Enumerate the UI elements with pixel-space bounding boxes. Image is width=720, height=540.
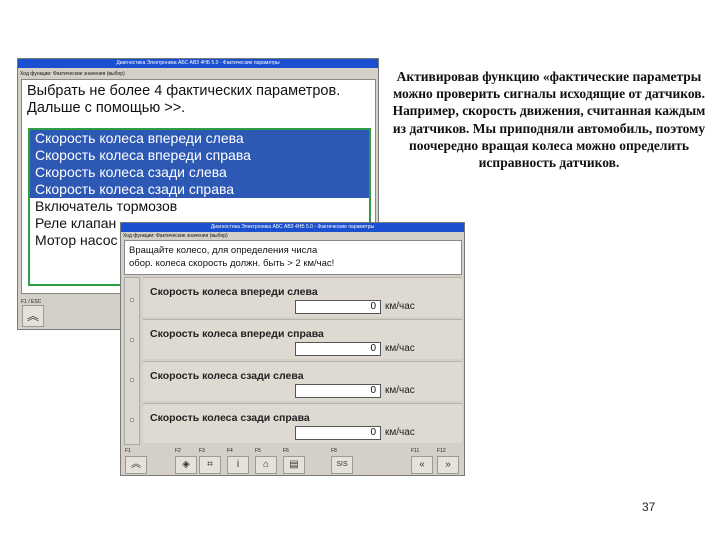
instruction-text: Выбрать не более 4 фактических параметро… (27, 83, 340, 117)
value-row: Скорость колеса сзади слева 0 км/час (143, 361, 462, 401)
row-marker-icon (130, 418, 134, 422)
list-item[interactable]: Включатель тормозов (30, 198, 369, 215)
screen-icon[interactable]: ▤ (283, 456, 305, 474)
function-key-label: F4 (227, 448, 233, 454)
function-key-label: F1 (125, 448, 131, 454)
list-item[interactable]: Скорость колеса сзади справа (30, 181, 369, 198)
row-marker-icon (130, 298, 134, 302)
list-item[interactable]: Скорость колеса впереди слева (30, 130, 369, 147)
value-readout: 0 (295, 300, 381, 314)
instruction-line-1: Выбрать не более 4 фактических параметро… (27, 83, 341, 99)
value-readout: 0 (295, 384, 381, 398)
function-key-label: F3 (199, 448, 205, 454)
list-item[interactable]: Скорость колеса сзади слева (30, 164, 369, 181)
window-subtitle: Ход функции: Фактические значения (выбор… (20, 71, 125, 77)
forward-icon[interactable]: » (437, 456, 459, 474)
message-line-1: Вращайте колесо, для определения числа (129, 245, 318, 256)
value-label: Скорость колеса сзади слева (150, 370, 304, 382)
print-icon[interactable]: ⌂ (255, 456, 277, 474)
back-icon[interactable]: « (411, 456, 433, 474)
grid-icon[interactable]: ⌗ (199, 456, 221, 474)
value-unit: км/час (385, 385, 415, 396)
back-up-icon[interactable]: ︽ (125, 456, 147, 474)
function-key-label: F8 (331, 448, 337, 454)
value-label: Скорость колеса сзади справа (150, 412, 310, 424)
value-readout: 0 (295, 342, 381, 356)
window-title-bar: Диагностика Электроника АБС АВЗ 4НБ 5.0 … (18, 59, 378, 68)
navigate-icon[interactable]: ◈ (175, 456, 197, 474)
list-item[interactable]: Скорость колеса впереди справа (30, 147, 369, 164)
message-line-2: обор. колеса скорость должн. быть > 2 км… (129, 258, 335, 269)
row-marker-strip (124, 277, 140, 445)
row-marker-icon (130, 378, 134, 382)
function-key-bar: F1 ︽ F2 ◈ F3 ⌗ F4 i F5 ⌂ F6 ▤ F8 SIS F11… (121, 448, 464, 475)
value-label: Скорость колеса впереди справа (150, 328, 324, 340)
function-key-label: F12 (437, 448, 446, 454)
row-marker-icon (130, 338, 134, 342)
value-unit: км/час (385, 343, 415, 354)
instruction-line-2: Дальше с помощью >>. (27, 100, 186, 116)
function-key-label: F2 (175, 448, 181, 454)
window-subtitle: Ход функции: Фактические значения (выбор… (123, 233, 228, 239)
value-readout: 0 (295, 426, 381, 440)
value-label: Скорость колеса впереди слева (150, 286, 318, 298)
function-key-label: F5 (255, 448, 261, 454)
value-fields: Скорость колеса впереди слева 0 км/час С… (143, 277, 462, 445)
function-key-label: F6 (283, 448, 289, 454)
back-up-icon[interactable]: ︽ (22, 305, 44, 327)
slide-description: Активировав функцию «фактические парамет… (392, 69, 706, 171)
page-number: 37 (642, 500, 656, 514)
actual-values-window: Диагностика Электроника АБС АВЗ 4НБ 5.0 … (120, 222, 465, 476)
window-title-bar: Диагностика Электроника АБС АВЗ 4НБ 5.0 … (121, 223, 464, 232)
value-row: Скорость колеса впереди слева 0 км/час (143, 277, 462, 317)
value-row: Скорость колеса сзади справа 0 км/час (143, 403, 462, 443)
info-icon[interactable]: i (227, 456, 249, 474)
value-row: Скорость колеса впереди справа 0 км/час (143, 319, 462, 359)
value-unit: км/час (385, 301, 415, 312)
function-key-label: F11 (411, 448, 420, 454)
instruction-message: Вращайте колесо, для определения числа о… (124, 240, 462, 275)
sis-button[interactable]: SIS (331, 456, 353, 474)
value-unit: км/час (385, 427, 415, 438)
